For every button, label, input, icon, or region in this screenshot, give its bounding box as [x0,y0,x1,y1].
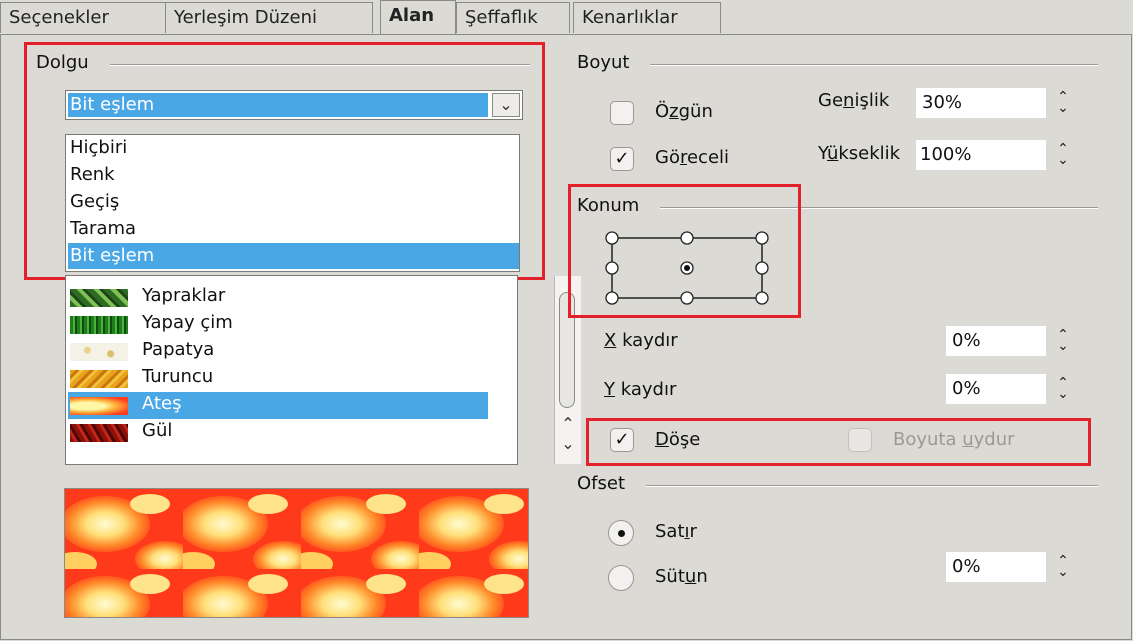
original-size-checkbox[interactable] [610,101,634,125]
list-item-label: Yapraklar [142,285,226,306]
fill-preview [64,488,529,618]
x-offset-spinner-arrows-icon[interactable]: ⌃ ⌄ [1055,328,1071,353]
tab-area[interactable]: Alan [380,0,456,35]
annotation-box-fill [24,42,545,280]
offset-column-radio[interactable] [608,565,634,591]
leaves-swatch-icon [70,289,128,307]
height-label: Yükseklik [818,143,901,164]
list-item-label: Gül [142,420,173,441]
grass-swatch-icon [70,316,128,334]
tab-borders[interactable]: Kenarlıklar [573,2,721,33]
y-offset-spinner-arrows-icon[interactable]: ⌃ ⌄ [1055,376,1071,401]
list-item-label: Turuncu [142,366,214,387]
daisy-swatch-icon [70,343,128,361]
list-item-label: Yapay çim [142,312,233,333]
height-spinner-arrows-icon[interactable]: ⌃ ⌄ [1055,142,1071,167]
width-spinbox[interactable]: 30% [916,88,1046,118]
x-offset-label: X kaydır [604,330,678,351]
tab-layout[interactable]: Yerleşim Düzeni [165,2,373,33]
offset-group-divider [646,485,1098,487]
bitmap-list: Yapraklar Yapay çim Papatya Turuncu Ateş… [65,275,581,465]
tab-label: Seçenekler [9,7,109,28]
tab-label: Şeffaflık [465,7,538,28]
height-spinbox[interactable]: 100% [916,140,1046,170]
size-group-label: Boyut [577,52,630,73]
original-size-label: Özgün [655,101,713,122]
relative-size-label: Göreceli [655,147,730,168]
chevron-down-icon[interactable]: ⌄ [559,434,577,453]
chevron-up-icon[interactable]: ⌃ [559,414,577,433]
annotation-box-position [568,184,801,318]
fire-preview-image [65,489,528,617]
list-item[interactable]: Papatya [68,338,488,365]
offset-group-label: Ofset [577,473,626,494]
x-offset-spinbox[interactable]: 0% [946,326,1046,356]
fire-swatch-icon [70,397,128,415]
list-item[interactable]: Ateş [68,392,488,419]
annotation-box-tile [586,418,1091,466]
tab-options[interactable]: Seçenekler [0,2,166,33]
tab-bar: Seçenekler Yerleşim Düzeni Alan Şeffaflı… [0,0,1133,36]
list-item[interactable]: Yapay çim [68,311,488,338]
y-offset-spinbox[interactable]: 0% [946,374,1046,404]
offset-spinbox[interactable]: 0% [946,552,1046,582]
width-label: Genişlik [818,90,890,111]
offset-column-label: Sütun [655,566,708,587]
tab-transparency[interactable]: Şeffaflık [456,2,570,33]
relative-size-checkbox[interactable]: ✓ [610,147,634,171]
tab-label: Alan [389,5,435,26]
list-item[interactable]: Yapraklar [68,284,488,311]
offset-row-radio[interactable] [608,520,634,546]
offset-row-label: Satır [655,521,697,542]
width-spinner-arrows-icon[interactable]: ⌃ ⌄ [1055,90,1071,115]
list-item[interactable]: Gül [68,419,488,446]
orange-swatch-icon [70,370,128,388]
offset-spinner-arrows-icon[interactable]: ⌃ ⌄ [1055,554,1071,579]
list-item-label: Papatya [142,339,215,360]
list-item-label: Ateş [142,393,182,414]
size-group-divider [650,64,1098,66]
tab-label: Yerleşim Düzeni [174,7,317,28]
y-offset-label: Y kaydır [604,379,677,400]
tab-label: Kenarlıklar [582,7,678,28]
rose-swatch-icon [70,424,128,442]
list-item[interactable]: Turuncu [68,365,488,392]
